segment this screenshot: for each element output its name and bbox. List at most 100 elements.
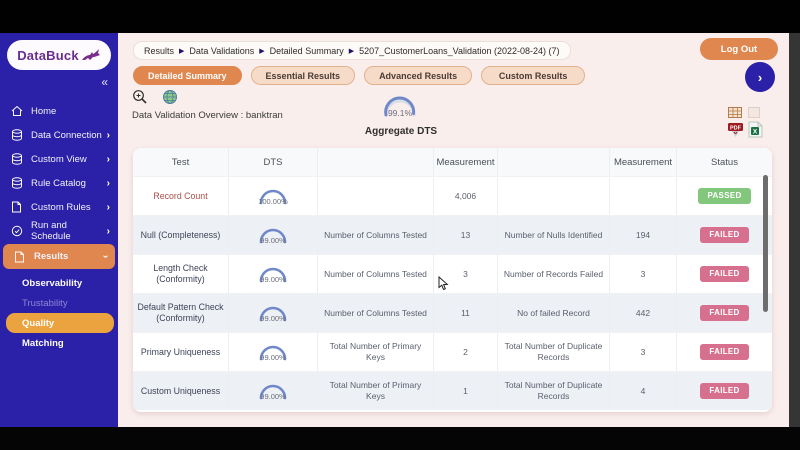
measurement-1-label: Number of Columns Tested — [318, 294, 434, 332]
database-icon — [10, 153, 23, 166]
status-cell: FAILED — [677, 294, 772, 332]
chevron-right-icon: › — [106, 129, 110, 141]
test-name: Record Count — [133, 177, 229, 215]
status-badge: FAILED — [700, 344, 749, 360]
dts-value: 99.00% — [260, 274, 286, 284]
measurement-2-label: Total Number of Duplicate Records — [498, 333, 610, 371]
tab-essential-results[interactable]: Essential Results — [250, 66, 356, 85]
status-badge: FAILED — [700, 383, 749, 399]
dts-value: 99.00% — [260, 313, 286, 323]
sidebar-subnav: Observability Trustability Quality Match… — [0, 273, 118, 353]
breadcrumb-item[interactable]: Data Validations — [189, 46, 254, 56]
measurement-2-value: 4 — [610, 372, 677, 410]
sidebar-item-run-and-schedule[interactable]: Run and Schedule › — [0, 219, 118, 243]
measurement-2-label: Number of Nulls Identified — [498, 216, 610, 254]
sidebar-item-label: Results — [34, 251, 69, 262]
sidebar-collapse-icon[interactable]: « — [101, 75, 108, 89]
svg-text:PDF: PDF — [730, 126, 742, 132]
svg-text:X: X — [753, 128, 758, 135]
sidebar-item-matching[interactable]: Matching — [0, 333, 118, 353]
status-cell: FAILED — [677, 255, 772, 293]
sidebar-item-label: Home — [31, 105, 57, 117]
status-cell: FAILED — [677, 372, 772, 410]
sidebar-subitem-label: Trustability — [22, 297, 68, 309]
report-icon — [13, 250, 26, 263]
measurement-2-value: 3 — [610, 255, 677, 293]
toolbar-icons — [132, 89, 178, 105]
tab-advanced-results[interactable]: Advanced Results — [364, 66, 473, 85]
tab-custom-results[interactable]: Custom Results — [481, 66, 586, 85]
table-scrollbar[interactable] — [763, 175, 768, 312]
status-cell: FAILED — [677, 333, 772, 371]
breadcrumb-separator-icon: ▶ — [348, 47, 355, 55]
measurement-1-label: Number of Columns Tested — [318, 255, 434, 293]
status-badge: FAILED — [700, 227, 749, 243]
export-pdf-icon[interactable]: PDF — [727, 121, 744, 138]
dts-gauge: 99.00% — [229, 255, 318, 293]
test-name: Length Check (Conformity) — [133, 255, 229, 293]
dts-gauge: 99.00% — [229, 333, 318, 371]
measurement-2-label: Number of Records Failed — [498, 255, 610, 293]
status-badge: FAILED — [700, 266, 749, 282]
status-cell: PASSED — [677, 177, 772, 215]
export-excel-icon[interactable]: X — [748, 121, 763, 138]
sidebar-subitem-label: Matching — [22, 337, 64, 349]
list-view-icon[interactable] — [748, 107, 760, 118]
aggregate-gauge-label: Aggregate DTS — [364, 126, 438, 137]
measurement-1-value: 13 — [434, 216, 498, 254]
breadcrumb: Results ▶ Data Validations ▶ Detailed Su… — [133, 41, 571, 60]
status-badge: FAILED — [700, 305, 749, 321]
database-icon — [10, 177, 23, 190]
test-name: Primary Uniqueness — [133, 333, 229, 371]
sidebar-item-custom-rules[interactable]: Custom Rules › — [0, 195, 118, 219]
globe-icon[interactable] — [162, 89, 178, 105]
chevron-right-icon: › — [106, 177, 110, 189]
breadcrumb-item[interactable]: Results — [144, 46, 174, 56]
table-row[interactable]: Null (Completeness) 99.00% Number of Col… — [133, 215, 772, 254]
table-row[interactable]: Length Check (Conformity) 99.00% Number … — [133, 254, 772, 293]
breadcrumb-separator-icon: ▶ — [259, 47, 265, 55]
test-name: Null (Completeness) — [133, 216, 229, 254]
sidebar-item-data-connection[interactable]: Data Connection › — [0, 123, 118, 147]
sidebar-item-observability[interactable]: Observability — [0, 273, 118, 293]
right-edge-strip — [789, 33, 800, 427]
logout-button[interactable]: Log Out — [700, 38, 778, 60]
clock-icon — [10, 225, 23, 238]
grid-view-icon[interactable] — [728, 107, 742, 118]
chevron-right-icon: › — [757, 69, 763, 85]
sidebar-item-custom-view[interactable]: Custom View › — [0, 147, 118, 171]
dts-value: 99.00% — [260, 235, 286, 245]
sidebar-item-label: Data Connection — [31, 129, 102, 141]
table-row[interactable]: Default Pattern Check (Conformity) 99.00… — [133, 293, 772, 332]
tab-detailed-summary[interactable]: Detailed Summary — [133, 66, 242, 85]
column-header-dts: DTS — [229, 148, 318, 176]
sidebar-item-rule-catalog[interactable]: Rule Catalog › — [0, 171, 118, 195]
measurement-1-label: Total Number of Primary Keys — [318, 372, 434, 410]
chevron-down-icon: › — [99, 254, 111, 259]
measurement-2-label — [498, 177, 610, 215]
measurement-2-value: 194 — [610, 216, 677, 254]
zoom-in-icon[interactable] — [132, 89, 148, 105]
buck-logo-icon — [81, 48, 101, 62]
breadcrumb-item[interactable]: Detailed Summary — [270, 46, 344, 56]
sidebar-item-results[interactable]: Results › — [3, 244, 115, 269]
dts-value: 99.00% — [260, 352, 286, 362]
measurement-2-label: No of failed Record — [498, 294, 610, 332]
sidebar-item-quality[interactable]: Quality — [6, 313, 114, 333]
measurement-2-label: Total Number of Duplicate Records — [498, 372, 610, 410]
next-page-button[interactable]: › — [745, 62, 775, 92]
table-row[interactable]: Primary Uniqueness 99.00% Total Number o… — [133, 332, 772, 371]
measurement-2-value: 442 — [610, 294, 677, 332]
sidebar-item-home[interactable]: Home — [0, 99, 118, 123]
logo[interactable]: DataBuck — [7, 40, 111, 70]
table-row[interactable]: Custom Uniqueness 99.00% Total Number of… — [133, 371, 772, 410]
sidebar-nav: Home Data Connection › Custom View › Rul… — [0, 99, 118, 270]
status-badge: PASSED — [698, 188, 751, 204]
breadcrumb-item[interactable]: 5207_CustomerLoans_Validation (2022-08-2… — [359, 46, 559, 56]
dts-value: 100.00% — [258, 196, 288, 206]
sidebar-item-trustability[interactable]: Trustability — [0, 293, 118, 313]
status-cell: FAILED — [677, 216, 772, 254]
table-row[interactable]: Record Count 100.00% 4,006 PASSED — [133, 176, 772, 215]
column-header-blank — [498, 148, 610, 176]
main-content: Results ▶ Data Validations ▶ Detailed Su… — [118, 33, 789, 427]
